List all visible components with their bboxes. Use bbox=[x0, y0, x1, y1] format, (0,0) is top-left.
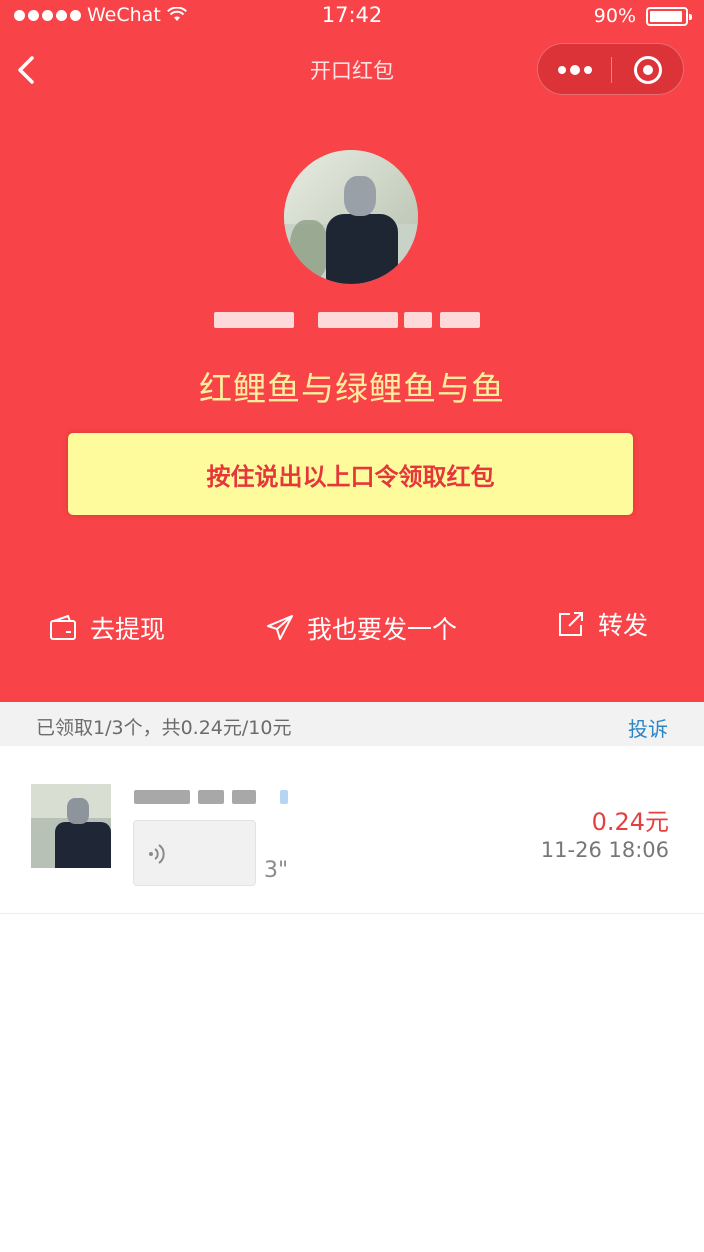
sender-name-redacted bbox=[214, 306, 490, 334]
mini-program-capsule bbox=[537, 43, 684, 95]
withdraw-label: 去提现 bbox=[90, 615, 166, 644]
share-button[interactable]: 转发 bbox=[556, 606, 648, 642]
action-row: 去提现 我也要发一个 转发 bbox=[0, 600, 704, 656]
battery-info: 90% bbox=[593, 5, 692, 27]
send-packet-label: 我也要发一个 bbox=[307, 615, 458, 644]
more-icon[interactable] bbox=[538, 44, 611, 96]
close-mini-program-icon[interactable] bbox=[634, 56, 662, 84]
withdraw-button[interactable]: 去提现 bbox=[48, 610, 165, 646]
battery-percent: 90% bbox=[593, 5, 636, 27]
voice-wave-icon bbox=[149, 844, 165, 864]
wallet-icon bbox=[50, 614, 76, 640]
share-label: 转发 bbox=[598, 611, 649, 640]
avatar bbox=[31, 784, 111, 868]
claim-summary-text: 已领取1/3个，共0.24元/10元 bbox=[36, 717, 292, 739]
send-packet-button[interactable]: 我也要发一个 bbox=[265, 610, 457, 646]
list-item: 3" 0.24元 11-26 18:06 bbox=[0, 746, 704, 914]
claim-summary-bar: 已领取1/3个，共0.24元/10元 投诉 bbox=[0, 702, 704, 746]
sender-avatar bbox=[284, 150, 418, 284]
paper-plane-icon bbox=[267, 615, 293, 640]
voice-message-bubble[interactable] bbox=[133, 820, 256, 886]
voice-password: 红鲤鱼与绿鲤鱼与鱼 bbox=[199, 369, 505, 408]
claim-amount: 0.24元 bbox=[591, 808, 669, 836]
share-icon bbox=[559, 612, 583, 636]
claim-time: 11-26 18:06 bbox=[540, 838, 669, 862]
battery-icon bbox=[646, 6, 692, 26]
claimer-name-redacted bbox=[134, 788, 294, 806]
capsule-divider bbox=[611, 57, 612, 83]
status-bar: WeChat 17:42 90% bbox=[0, 0, 704, 34]
voice-duration: 3" bbox=[264, 858, 289, 883]
nav-bar: 开口红包 bbox=[0, 34, 704, 106]
complain-link[interactable]: 投诉 bbox=[628, 713, 668, 742]
hold-to-speak-button[interactable]: 按住说出以上口令领取红包 bbox=[68, 433, 633, 515]
